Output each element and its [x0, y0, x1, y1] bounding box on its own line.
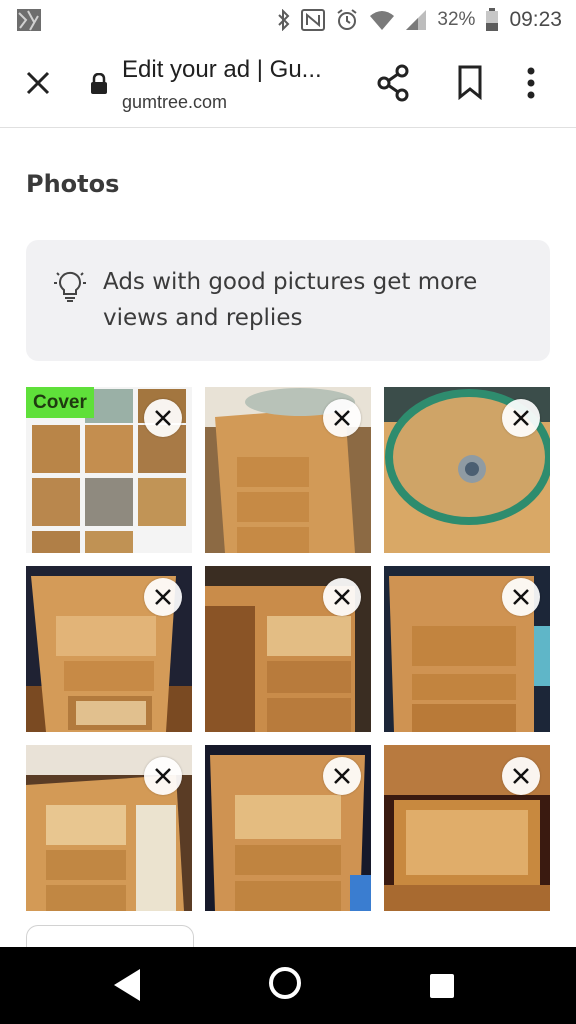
battery-icon: [486, 8, 499, 31]
close-icon: [513, 768, 529, 784]
close-icon[interactable]: [22, 67, 54, 99]
remove-photo-button[interactable]: [144, 757, 182, 795]
remove-photo-button[interactable]: [502, 399, 540, 437]
lock-icon: [91, 73, 107, 94]
remove-photo-button[interactable]: [144, 578, 182, 616]
signal-icon: [406, 10, 427, 30]
photos-heading: Photos: [26, 170, 120, 198]
photo-tip-banner: Ads with good pictures get more views an…: [26, 240, 550, 361]
more-vert-icon[interactable]: [526, 66, 536, 100]
bluetooth-icon: [278, 9, 290, 31]
back-icon[interactable]: [112, 967, 144, 1003]
remove-photo-button[interactable]: [323, 757, 361, 795]
photo-tile-cover[interactable]: Cover: [26, 387, 192, 553]
close-icon: [155, 589, 171, 605]
cover-badge: Cover: [26, 387, 94, 418]
remove-photo-button[interactable]: [323, 399, 361, 437]
wifi-icon: [370, 11, 395, 30]
share-icon[interactable]: [376, 64, 410, 102]
close-icon: [334, 768, 350, 784]
photo-tile[interactable]: [205, 566, 371, 732]
home-icon[interactable]: [269, 967, 301, 999]
lightbulb-icon: [54, 271, 86, 302]
photo-tile[interactable]: [384, 566, 550, 732]
remove-photo-button[interactable]: [502, 578, 540, 616]
photo-tile[interactable]: [384, 745, 550, 911]
recents-icon[interactable]: [430, 974, 454, 998]
bookmark-icon[interactable]: [456, 64, 484, 100]
photo-tile[interactable]: [26, 745, 192, 911]
close-icon: [334, 589, 350, 605]
photo-tile[interactable]: [26, 566, 192, 732]
remove-photo-button[interactable]: [144, 399, 182, 437]
page-title[interactable]: Edit your ad | Gu...: [122, 56, 337, 84]
clock: 09:23: [509, 8, 562, 31]
photo-tip-text: Ads with good pictures get more views an…: [103, 269, 478, 331]
page-url[interactable]: gumtree.com: [122, 92, 227, 113]
close-icon: [513, 410, 529, 426]
battery-percent: 32%: [437, 9, 476, 30]
system-nav-bar: [0, 947, 576, 1024]
remove-photo-button[interactable]: [323, 578, 361, 616]
photo-tile[interactable]: [384, 387, 550, 553]
photo-tile[interactable]: [205, 387, 371, 553]
alarm-icon: [337, 9, 358, 30]
app-notification-icon: [17, 9, 41, 31]
remove-photo-button[interactable]: [502, 757, 540, 795]
close-icon: [155, 410, 171, 426]
close-icon: [334, 410, 350, 426]
nfc-icon: [301, 9, 326, 31]
status-bar: 32% 09:23: [0, 0, 576, 40]
close-icon: [513, 589, 529, 605]
browser-toolbar: Edit your ad | Gu... gumtree.com: [0, 40, 576, 128]
close-icon: [155, 768, 171, 784]
photo-tile[interactable]: [205, 745, 371, 911]
